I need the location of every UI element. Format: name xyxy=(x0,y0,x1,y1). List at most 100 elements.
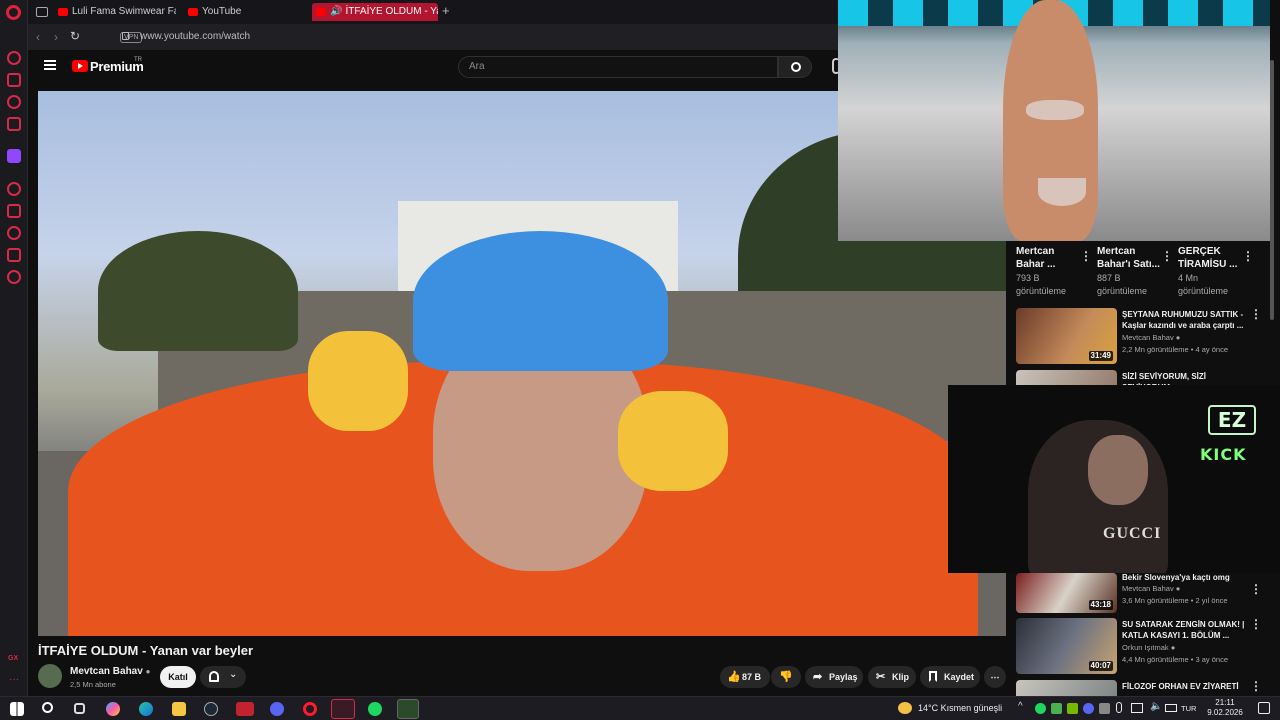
channel-name[interactable]: Mevtcan Bahav ● xyxy=(1122,333,1180,342)
bag-icon[interactable] xyxy=(7,73,21,87)
windows-start-icon[interactable] xyxy=(10,702,24,716)
tab-bar: Luli Fama Swimwear Fashi YouTube 🔊İTFAİY… xyxy=(28,0,838,24)
mic-icon[interactable] xyxy=(1116,702,1122,713)
thumbs-down-icon: 👎 xyxy=(779,671,793,683)
recommendation-item[interactable]: FİLOZOF ORHAN EV ZİYARETİ ⋮ xyxy=(1016,680,1266,696)
network-icon[interactable] xyxy=(1131,703,1143,713)
opera-icon[interactable] xyxy=(303,702,317,716)
channel-name[interactable]: Orkun Işıtmak ● xyxy=(1122,643,1175,652)
subscribe-bell-button[interactable]: ⌄ xyxy=(200,666,246,688)
search-input[interactable]: Ara xyxy=(458,56,778,78)
channel-name-main[interactable]: Mevtcan Bahav ● xyxy=(70,666,150,677)
speaker-icon[interactable]: 🔊 xyxy=(330,6,342,17)
short-views-label: görüntüleme xyxy=(1178,286,1229,296)
dislike-button[interactable]: 👎 xyxy=(771,666,801,688)
opera-logo-icon[interactable] xyxy=(6,5,21,20)
search-icon[interactable] xyxy=(42,702,53,713)
tab-youtube[interactable]: YouTube xyxy=(184,3,274,21)
more-options-icon[interactable]: ⋮ xyxy=(1250,680,1262,692)
tray-app-icon[interactable] xyxy=(1083,703,1094,714)
file-explorer-icon[interactable] xyxy=(172,702,186,716)
clock[interactable]: 21:11 9.02.2026 xyxy=(1202,698,1248,718)
pip-fashion-video[interactable] xyxy=(838,0,1270,241)
youtube-logo-icon[interactable] xyxy=(72,60,88,72)
language-indicator[interactable]: TUR xyxy=(1181,704,1196,713)
video-title[interactable]: SU SATARAK ZENGİN OLMAK! | KATLA KASAYI … xyxy=(1122,619,1250,641)
forward-icon[interactable]: › xyxy=(54,30,58,44)
gx-icon[interactable]: GX xyxy=(8,655,18,662)
more-options-icon[interactable]: ⋮ xyxy=(1250,583,1262,595)
tab-label: YouTube xyxy=(202,6,242,17)
video-thumbnail[interactable]: 31:49 xyxy=(1016,308,1117,364)
video-title[interactable]: SİZİ SEVİYORUM, SİZİ SEVİYORUM xyxy=(1122,371,1250,386)
taskbar: 14°C Kısmen güneşli ^ 🔈 TUR 21:11 9.02.2… xyxy=(0,696,1280,720)
short-views: 793 B xyxy=(1016,273,1040,283)
edge-icon[interactable] xyxy=(139,702,153,716)
more-options-icon[interactable]: ⋮ xyxy=(1080,250,1092,262)
video-thumbnail[interactable] xyxy=(1016,680,1117,696)
recommendation-item[interactable]: SİZİ SEVİYORUM, SİZİ SEVİYORUM xyxy=(1016,370,1266,386)
new-tab-button[interactable]: + xyxy=(442,4,450,18)
settings-icon[interactable] xyxy=(7,270,21,284)
avatar[interactable] xyxy=(38,664,62,688)
opera-gx-icon[interactable] xyxy=(331,699,355,719)
discord-icon[interactable] xyxy=(270,702,284,716)
menu-icon[interactable] xyxy=(44,60,56,70)
recommendation-item[interactable]: 40:07 SU SATARAK ZENGİN OLMAK! | KATLA K… xyxy=(1016,618,1266,676)
epic-games-icon[interactable] xyxy=(397,699,419,719)
join-button[interactable]: Katıl xyxy=(160,666,196,688)
pip-stream-cam[interactable]: GUCCI EZ KICK xyxy=(948,385,1280,573)
more-options-icon[interactable]: ⋮ xyxy=(1250,308,1262,320)
recommendation-item[interactable]: 31:49 ŞEYTANA RUHUMUZU SATTIK - Kaşlar k… xyxy=(1016,308,1266,366)
player-icon[interactable] xyxy=(7,182,21,196)
weather-text[interactable]: 14°C Kısmen güneşli xyxy=(918,703,1002,713)
video-thumbnail[interactable]: 40:07 xyxy=(1016,618,1117,674)
tray-app-icon[interactable] xyxy=(1099,703,1110,714)
clip-button[interactable]: ✂ Klip xyxy=(868,666,916,688)
twitch-icon[interactable] xyxy=(7,149,21,163)
scrollbar[interactable] xyxy=(1270,60,1274,320)
history-icon[interactable] xyxy=(7,226,21,240)
video-title[interactable]: ŞEYTANA RUHUMUZU SATTIK - Kaşlar kazındı… xyxy=(1122,309,1250,331)
share-button[interactable]: ➦ Paylaş xyxy=(805,666,863,688)
more-icon[interactable]: ··· xyxy=(9,674,19,685)
spotify-icon[interactable] xyxy=(368,702,382,716)
video-frame-glove xyxy=(618,391,728,491)
channel-name[interactable]: Mevtcan Bahav ● xyxy=(1122,584,1180,593)
bookmark-icon[interactable] xyxy=(7,204,21,218)
steam-icon[interactable] xyxy=(204,702,218,716)
tray-app-icon[interactable] xyxy=(1067,703,1078,714)
volume-icon[interactable]: 🔈 xyxy=(1150,701,1162,712)
video-app-icon[interactable] xyxy=(236,702,254,716)
instagram-icon[interactable] xyxy=(7,117,21,131)
tray-app-icon[interactable] xyxy=(1051,703,1062,714)
battery-icon[interactable] xyxy=(1165,704,1177,712)
tab-luli-fama[interactable]: Luli Fama Swimwear Fashi xyxy=(54,3,176,21)
aria-icon[interactable] xyxy=(7,51,21,65)
tab-menu-icon[interactable] xyxy=(36,7,48,17)
video-title[interactable]: FİLOZOF ORHAN EV ZİYARETİ xyxy=(1122,681,1250,692)
messenger-icon[interactable] xyxy=(7,95,21,109)
tray-chevron-icon[interactable]: ^ xyxy=(1018,701,1023,712)
notifications-icon[interactable] xyxy=(1258,702,1270,714)
scissors-icon: ✂ xyxy=(876,671,886,683)
more-options-icon[interactable]: ⋮ xyxy=(1161,250,1173,262)
tab-itfaiye-active[interactable]: 🔊İTFAİYE OLDUM - Yanan xyxy=(312,3,438,21)
copilot-icon[interactable] xyxy=(106,702,120,716)
tray-app-icon[interactable] xyxy=(1035,703,1046,714)
back-icon[interactable]: ‹ xyxy=(36,30,40,44)
more-actions-button[interactable]: ⋯ xyxy=(984,666,1006,688)
search-button[interactable] xyxy=(778,56,812,78)
reload-icon[interactable]: ↻ xyxy=(70,29,80,43)
more-options-icon[interactable]: ⋮ xyxy=(1242,250,1254,262)
downloads-icon[interactable] xyxy=(7,248,21,262)
channel-label: Mevtcan Bahav xyxy=(1122,333,1174,342)
more-options-icon[interactable]: ⋮ xyxy=(1250,618,1262,630)
video-thumbnail[interactable]: 43:18 xyxy=(1016,573,1117,613)
video-title[interactable]: Bekir Slovenya'ya kaçtı omg xyxy=(1122,572,1250,583)
url-field[interactable]: www.youtube.com/watch xyxy=(140,31,250,42)
video-thumbnail[interactable] xyxy=(1016,370,1117,386)
save-button[interactable]: Kaydet xyxy=(920,666,980,688)
like-button[interactable]: 👍 87 B xyxy=(720,666,770,688)
task-view-icon[interactable] xyxy=(74,703,85,714)
